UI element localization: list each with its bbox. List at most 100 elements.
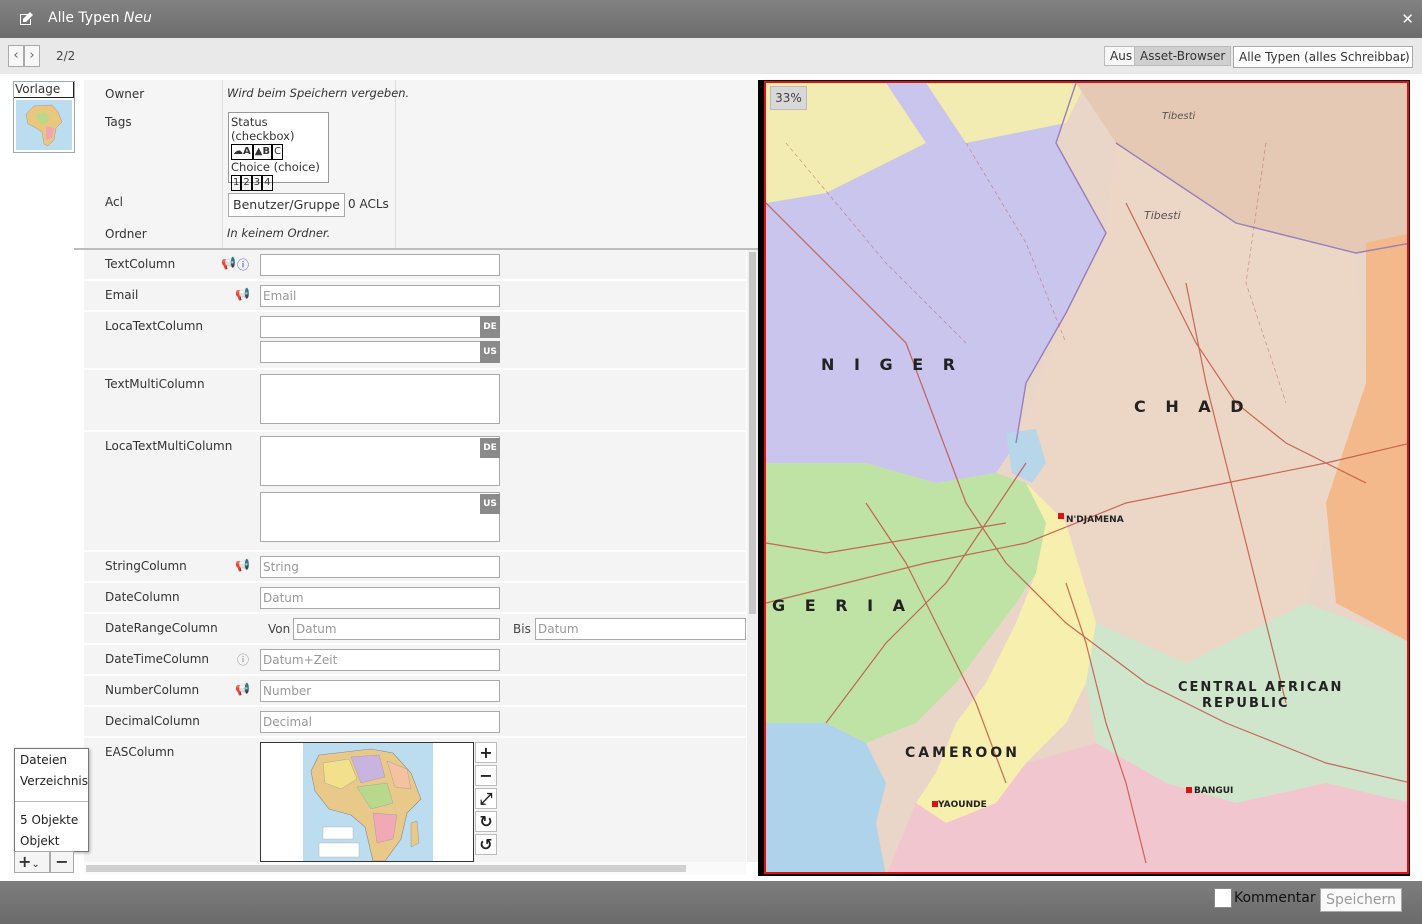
field-row-text: TextColumn 📢 ⓘ [84,250,746,281]
meta-divider [222,80,223,248]
edit-icon [20,12,33,25]
date-label: DateColumn [105,590,180,604]
close-icon[interactable]: ✕ [1401,10,1414,28]
map-viewer[interactable]: N I G E R C H A D CAMEROON CENTRAL AFRIC… [764,81,1409,874]
field-row-decimal: DecimalColumn Decimal [84,707,746,738]
number-input[interactable]: Number [260,680,500,702]
folder-value: In keinem Ordner. [227,226,331,240]
locatext-us-input[interactable] [260,341,500,363]
field-row-string: StringColumn 📢 String [84,552,746,583]
daterange-to-input[interactable]: Datum [535,618,746,640]
cloud-icon[interactable]: ☁A [231,144,253,160]
lang-us-tag: US [480,341,500,363]
field-row-locatext: LocaTextColumn DE US [84,312,746,370]
field-row-datetime: DateTimeColumn ⓘ Datum+Zeit [84,645,746,676]
zoom-in-button[interactable]: + [475,742,497,763]
megaphone-icon[interactable]: 📢 [235,287,250,301]
tag-chip[interactable]: 1 [231,175,242,191]
map-label-yaounde: YAOUNDE [937,800,987,810]
menu-item-five-objects[interactable]: 5 Objekte [20,813,78,827]
asset-browser-on-toggle[interactable]: Asset-Browser [1134,46,1232,66]
number-label: NumberColumn [105,683,200,697]
text-column-label: TextColumn [105,257,176,271]
menu-divider [15,801,88,802]
comment-checkbox[interactable] [1214,888,1232,908]
decimal-label: DecimalColumn [105,714,200,728]
tag-group-choice: Choice (choice) [231,160,320,174]
locatext-label: LocaTextColumn [105,319,203,333]
tag-chip[interactable]: C [272,144,284,160]
chevron-down-icon: ⌄ [1397,50,1408,64]
prev-button[interactable]: ‹ [8,45,24,67]
field-row-locatextmulti: LocaTextMultiColumn DE US [84,432,746,552]
save-button[interactable]: Speichern [1320,888,1402,912]
add-button[interactable]: +⌄ [14,851,50,873]
template-thumbnail[interactable]: Vorlage [13,81,75,153]
map-label-car2: REPUBLIC [1202,696,1290,711]
owner-label: Owner [105,87,145,101]
daterange-label: DateRangeColumn [105,621,218,635]
map-label-niger: N I G E R [821,355,962,374]
email-input[interactable]: Email [260,285,500,307]
locatextmulti-us-textarea[interactable] [260,492,500,542]
form-horizontal-scrollbar[interactable] [84,862,746,875]
field-row-number: NumberColumn 📢 Number [84,676,746,707]
owner-value: Wird beim Speichern vergeben. [227,86,410,100]
field-row-daterange: DateRangeColumn Von Datum Bis Datum [84,614,746,645]
tag-chip[interactable]: 2 [241,175,252,191]
menu-item-files[interactable]: Dateien [20,753,67,767]
string-input[interactable]: String [260,556,500,578]
info-icon[interactable]: ⓘ [237,256,249,273]
field-row-date: DateColumn Datum [84,583,746,614]
folder-label: Ordner [105,227,147,241]
template-label: Vorlage [14,82,74,98]
eas-preview[interactable] [260,742,474,862]
daterange-from-input[interactable]: Datum [293,618,500,640]
megaphone-icon[interactable]: 📢 [235,558,250,572]
window-title: Alle Typen Neu [48,10,152,26]
form-vertical-scrollbar[interactable] [747,250,758,862]
datetime-input[interactable]: Datum+Zeit [260,649,500,671]
field-row-email: Email 📢 Email [84,281,746,312]
locatextmulti-label: LocaTextMultiColumn [105,439,233,453]
map-label-ndjamena: N'DJAMENA [1066,515,1124,525]
date-input[interactable]: Datum [260,587,500,609]
tags-box: Status (checkbox) ☁A ▲B C Choice (choice) … [228,112,329,191]
add-menu-popup: Dateien Verzeichnis 5 Objekte Objekt [14,748,89,852]
acl-count: 0 ACLs [348,197,389,211]
menu-item-directory[interactable]: Verzeichnis [20,774,88,788]
tags-label: Tags [105,115,132,129]
rotate-right-icon[interactable]: ↻ [475,811,497,832]
megaphone-icon[interactable]: 📢 [221,256,236,270]
tag-chip[interactable]: 3 [251,175,263,191]
rotate-left-icon[interactable]: ↺ [475,834,497,855]
info-icon[interactable]: ⓘ [237,651,249,668]
africa-map-image [303,743,433,861]
remove-button[interactable]: − [50,851,74,873]
text-column-input[interactable] [260,254,500,276]
africa-map-thumbnail [16,100,72,150]
zoom-out-button[interactable]: − [475,765,497,786]
locatext-de-input[interactable] [260,316,500,338]
to-label: Bis [513,622,531,636]
lang-us-tag: US [480,494,500,514]
chevron-down-icon: ⌄ [31,859,40,870]
locatextmulti-de-textarea[interactable] [260,436,500,486]
map-label-nigeria: G E R I A [772,596,912,615]
lang-de-tag: DE [480,316,500,338]
acl-label: Acl [105,195,123,209]
warning-icon[interactable]: ▲B [252,144,273,160]
textmulti-textarea[interactable] [260,374,500,424]
datetime-label: DateTimeColumn [105,652,210,666]
next-button[interactable]: › [24,45,40,67]
from-label: Von [268,622,291,636]
decimal-input[interactable]: Decimal [260,711,500,733]
type-select[interactable]: Alle Typen (alles Schreibbar) ⌄ [1233,46,1413,68]
megaphone-icon[interactable]: 📢 [235,682,250,696]
tag-chip[interactable]: 4 [262,175,273,191]
asset-browser-off-toggle[interactable]: Aus [1104,46,1139,66]
map-label-cameroon: CAMEROON [905,745,1020,761]
acl-user-group-button[interactable]: Benutzer/Gruppe [228,193,345,217]
fullscreen-icon[interactable]: ⤢ [475,788,497,809]
menu-item-object[interactable]: Objekt [20,834,59,848]
